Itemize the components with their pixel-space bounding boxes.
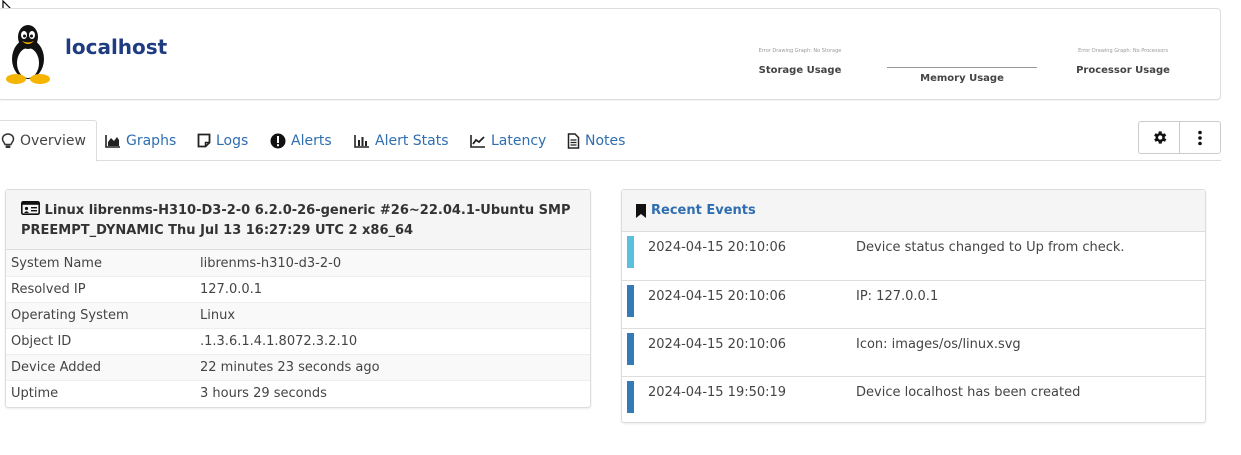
table-row: Object ID .1.3.6.1.4.1.8072.3.2.10 — [6, 328, 590, 354]
device-hostname[interactable]: localhost — [65, 35, 167, 59]
tab-graphs-label: Graphs — [126, 132, 177, 149]
event-timestamp: 2024-04-15 20:10:06 — [648, 337, 787, 352]
list-item: 2024-04-15 20:10:06 Device status changed… — [622, 232, 1205, 280]
event-severity-bar — [627, 333, 634, 365]
row-key: Operating System — [11, 308, 129, 323]
event-timestamp: 2024-04-15 20:10:06 — [648, 289, 787, 304]
tab-overview[interactable]: Overview — [0, 120, 97, 162]
event-severity-bar — [627, 381, 634, 413]
settings-button[interactable] — [1139, 122, 1179, 153]
table-row: Operating System Linux — [6, 302, 590, 328]
row-key: System Name — [11, 255, 102, 271]
table-row: System Name librenms-h310-d3-2-0 — [6, 250, 590, 276]
sticky-note-icon — [197, 133, 211, 148]
row-value: librenms-h310-d3-2-0 — [200, 255, 342, 271]
table-row: Device Added 22 minutes 23 seconds ago — [6, 354, 590, 380]
row-key: Object ID — [11, 334, 72, 349]
events-heading: Recent Events — [622, 190, 1205, 232]
bookmark-icon — [636, 203, 646, 218]
table-row: Resolved IP 127.0.0.1 — [6, 276, 590, 302]
tux-penguin-icon — [6, 25, 50, 84]
event-message: IP: 127.0.0.1 — [856, 289, 939, 304]
tab-alerts-label: Alerts — [291, 132, 332, 149]
area-chart-icon — [105, 134, 120, 148]
tab-overview-label: Overview — [20, 133, 86, 149]
gear-icon — [1153, 131, 1166, 144]
list-item: 2024-04-15 20:10:06 IP: 127.0.0.1 — [622, 280, 1205, 328]
list-item: 2024-04-15 19:50:19 Device localhost has … — [622, 376, 1205, 424]
device-header: localhost Error Drawing Graph: No Storag… — [0, 8, 1221, 100]
row-value: 22 minutes 23 seconds ago — [200, 360, 380, 375]
lightbulb-icon — [1, 133, 15, 148]
table-row: Uptime 3 hours 29 seconds — [6, 380, 590, 406]
processor-usage-graph[interactable]: Error Drawing Graph: No Processors Proce… — [1047, 47, 1199, 76]
memory-usage-label: Memory Usage — [920, 73, 1004, 84]
event-timestamp: 2024-04-15 20:10:06 — [648, 240, 787, 255]
events-title[interactable]: Recent Events — [651, 201, 756, 221]
row-key: Uptime — [11, 386, 59, 401]
storage-graph-error: Error Drawing Graph: No Storage — [758, 48, 842, 54]
memory-graph-line — [887, 67, 1037, 68]
list-item: 2024-04-15 20:10:06 Icon: images/os/linux… — [622, 328, 1205, 376]
event-severity-bar — [627, 236, 634, 268]
row-key: Resolved IP — [11, 282, 86, 297]
event-message: Device localhost has been created — [856, 385, 1081, 400]
processor-graph-error: Error Drawing Graph: No Processors — [1078, 48, 1168, 54]
tab-alerts[interactable]: Alerts — [270, 120, 332, 161]
event-message: Icon: images/os/linux.svg — [856, 337, 1021, 352]
tab-logs[interactable]: Logs — [197, 120, 248, 161]
tab-notes[interactable]: Notes — [567, 120, 625, 161]
overview-table: System Name librenms-h310-d3-2-0 Resolved … — [6, 250, 590, 406]
id-card-icon — [21, 201, 40, 215]
bar-chart-icon — [354, 134, 369, 148]
row-value: Linux — [200, 308, 236, 323]
tab-latency-label: Latency — [491, 132, 547, 149]
device-tabs: Overview Graphs Logs Alerts Alert Stats … — [0, 120, 1221, 162]
tab-latency[interactable]: Latency — [470, 120, 546, 161]
overview-heading: Linux librenms-H310-D3-2-0 6.2.0-26-gene… — [6, 190, 590, 250]
tab-graphs[interactable]: Graphs — [105, 120, 176, 161]
row-value: 127.0.0.1 — [200, 282, 263, 297]
memory-usage-graph[interactable]: Memory Usage — [886, 47, 1038, 84]
row-key: Device Added — [11, 360, 102, 375]
recent-events-panel: Recent Events 2024-04-15 20:10:06 Device … — [621, 189, 1206, 423]
file-text-icon — [567, 132, 580, 149]
memory-graph-area — [886, 47, 1038, 67]
exclamation-circle-icon — [270, 133, 286, 148]
device-toolbar — [1138, 121, 1221, 154]
more-options-button[interactable] — [1179, 122, 1220, 153]
event-message: Device status changed to Up from check. — [856, 240, 1125, 255]
vertical-ellipsis-icon — [1198, 130, 1202, 145]
tab-notes-label: Notes — [585, 132, 626, 149]
device-overview-panel: Linux librenms-H310-D3-2-0 6.2.0-26-gene… — [5, 189, 591, 408]
processor-usage-label: Processor Usage — [1076, 65, 1170, 76]
tab-alert-stats-label: Alert Stats — [375, 132, 449, 149]
storage-usage-graph[interactable]: Error Drawing Graph: No Storage Storage … — [724, 47, 876, 76]
storage-usage-label: Storage Usage — [758, 65, 842, 76]
tab-logs-label: Logs — [216, 132, 249, 149]
row-value: 3 hours 29 seconds — [200, 386, 327, 401]
row-value: .1.3.6.1.4.1.8072.3.2.10 — [200, 334, 358, 349]
event-severity-bar — [627, 285, 634, 317]
line-chart-icon — [470, 134, 485, 148]
tab-alert-stats[interactable]: Alert Stats — [354, 120, 449, 161]
overview-title: Linux librenms-H310-D3-2-0 6.2.0-26-gene… — [21, 203, 571, 238]
events-list: 2024-04-15 20:10:06 Device status changed… — [622, 232, 1205, 424]
event-timestamp: 2024-04-15 19:50:19 — [648, 385, 787, 400]
